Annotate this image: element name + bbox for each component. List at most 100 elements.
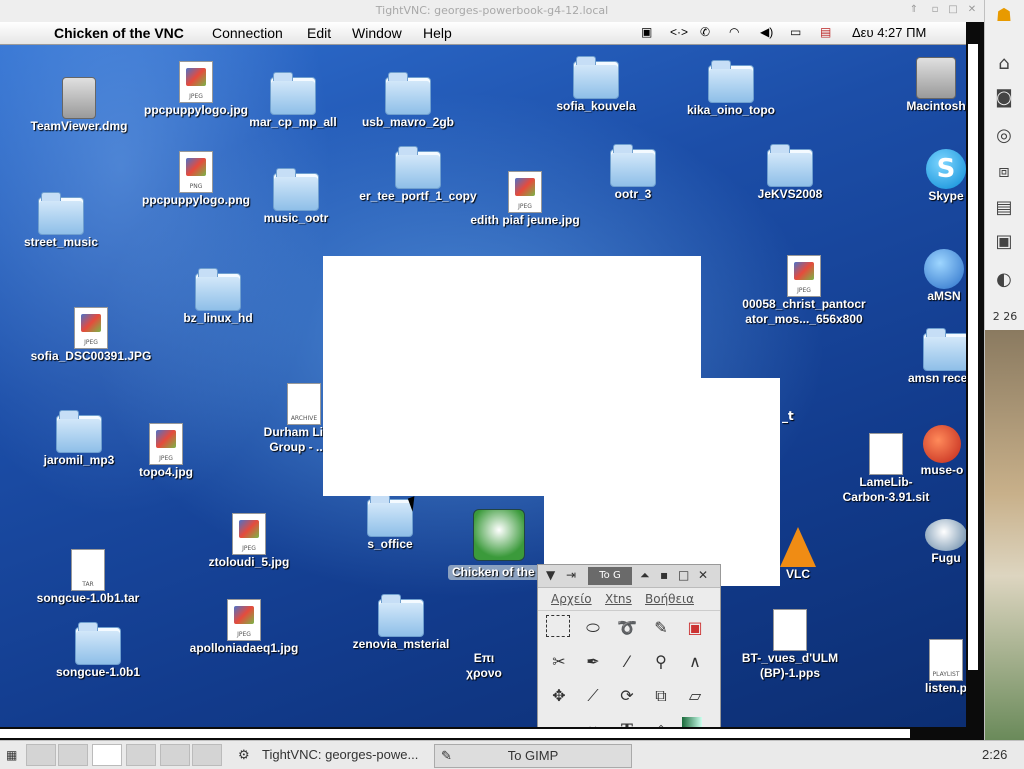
measure-icon[interactable]: ∧: [682, 649, 708, 675]
gimp-toolbox-titlebar[interactable]: ▼ ⇥ To G ⏶ ▪ □ ✕: [538, 565, 720, 588]
workspace-6[interactable]: [192, 744, 222, 766]
desktop-icon-zenovia-msterial[interactable]: zenovia_msterial: [321, 594, 481, 652]
workspace-3[interactable]: [92, 744, 122, 766]
desktop-icon-kika-oino-topo[interactable]: kika_oino_topo: [651, 60, 811, 118]
flag-us-icon[interactable]: ▤: [820, 25, 831, 39]
desktop-icon-amsn[interactable]: aMSN: [864, 249, 966, 304]
printer-icon[interactable]: ▤: [991, 196, 1017, 220]
camera-icon[interactable]: ◙: [991, 86, 1017, 110]
close-window-icon[interactable]: ✕: [966, 4, 978, 16]
scale-icon[interactable]: ⧉: [648, 683, 674, 709]
vnc-scrollbar-thumb[interactable]: [968, 44, 978, 670]
workspace-4[interactable]: [126, 744, 156, 766]
desktop-icon-sofia-dsc[interactable]: JPEG sofia_DSC00391.JPG: [11, 307, 171, 364]
floppy-icon[interactable]: ▣: [991, 230, 1017, 254]
desktop-icon-usb-mavro-2gb[interactable]: usb_mavro_2gb: [328, 72, 488, 130]
maximize-icon[interactable]: □: [678, 568, 689, 582]
rotate-icon[interactable]: ⟳: [614, 683, 640, 709]
desktop-icon-fugu[interactable]: Fugu: [866, 519, 966, 566]
desktop-icon-ztoloudi[interactable]: JPEG ztoloudi_5.jpg: [169, 513, 329, 570]
color-picker-icon[interactable]: ⁄: [614, 649, 640, 675]
menu-file[interactable]: Αρχείο: [551, 592, 592, 606]
color-select-icon[interactable]: ▣: [682, 615, 708, 641]
crop-icon[interactable]: ⟋: [580, 683, 606, 709]
desktop-icon-amsn-received[interactable]: amsn receive: [866, 328, 966, 386]
jpeg-file-icon: JPEG: [232, 513, 266, 555]
gimp-toolbox-window[interactable]: ▼ ⇥ To G ⏶ ▪ □ ✕ Αρχείο Xtns Βοήθεια ⬭ ➰…: [537, 564, 721, 746]
folder-icon: [573, 56, 619, 99]
mac-menubar: Chicken of the VNC Connection Edit Windo…: [0, 22, 966, 45]
gear-icon: ⚙: [238, 747, 250, 762]
app-launcher-icon[interactable]: ☗: [991, 4, 1017, 28]
minimize-window-icon[interactable]: ▫: [929, 4, 941, 16]
workspace-2[interactable]: [58, 744, 88, 766]
script-menu-icon[interactable]: ▣: [641, 25, 652, 39]
maximize-window-icon[interactable]: □: [947, 4, 959, 16]
taskbar-clock[interactable]: 2:26: [982, 744, 1007, 766]
fuzzy-select-icon[interactable]: ✎: [648, 615, 674, 641]
shade-window-icon[interactable]: ⇑: [908, 4, 920, 16]
taskbar-menu-icon[interactable]: ▦: [6, 744, 17, 766]
dmg-icon: [62, 77, 96, 119]
rect-select-icon[interactable]: [546, 615, 570, 637]
task-tightvnc[interactable]: TightVNC: georges-powe...: [262, 744, 418, 766]
desktop-icon-muse-o[interactable]: muse-o: [862, 425, 966, 478]
cd-drive-icon[interactable]: ◎: [991, 124, 1017, 148]
vnc-window-titlebar[interactable]: TightVNC: georges-powerbook-g4-12.local …: [0, 0, 984, 23]
vnc-hscroll-thumb[interactable]: [0, 729, 910, 738]
ellipse-select-icon[interactable]: ⬭: [580, 615, 606, 641]
menu-help[interactable]: Help: [423, 24, 452, 42]
home-icon[interactable]: ⌂: [991, 52, 1017, 76]
scissors-icon[interactable]: ✂: [546, 649, 572, 675]
network-icon[interactable]: ⧈: [991, 160, 1017, 184]
phone-icon[interactable]: ✆: [700, 25, 710, 39]
code-icon[interactable]: <·>: [670, 25, 688, 39]
remote-desktop[interactable]: TeamViewer.dmg JPEG ppcpuppylogo.jpg mar…: [0, 45, 966, 727]
menu-help[interactable]: Βοήθεια: [645, 592, 694, 606]
menu-app-name[interactable]: Chicken of the VNC: [54, 24, 184, 42]
icon-label: Fugu: [931, 551, 961, 565]
desktop-icon-christ-pantocrator[interactable]: JPEG 00058_christ_pantocr ator_mos..._65…: [724, 255, 884, 327]
desktop-icon-macintosh-hd[interactable]: Macintosh: [856, 57, 966, 114]
jpeg-file-icon: JPEG: [149, 423, 183, 465]
desktop-icon-ootr-3[interactable]: ootr_3: [553, 144, 713, 202]
volume-icon[interactable]: ◀): [760, 25, 773, 39]
workspace-1[interactable]: [26, 744, 56, 766]
menu-edit[interactable]: Edit: [307, 24, 331, 42]
workspace-5[interactable]: [160, 744, 190, 766]
desktop-icon-epi-xrono[interactable]: Επι χρονο: [444, 651, 524, 681]
lasso-icon[interactable]: ➰: [614, 615, 640, 641]
battery-icon[interactable]: ▭: [790, 25, 801, 39]
zoom-icon[interactable]: ⚲: [648, 649, 674, 675]
paths-icon[interactable]: ✒: [580, 649, 606, 675]
vlc-cone-icon: [780, 527, 816, 567]
menubar-clock[interactable]: Δευ 4:27 ΠΜ: [852, 25, 926, 40]
gimp-title-button[interactable]: To G: [588, 567, 632, 585]
shade-icon[interactable]: ⏶: [640, 568, 650, 583]
desktop-icon-jekvs2008[interactable]: JeKVS2008: [710, 144, 870, 202]
task-to-gimp[interactable]: ✎ To GIMP: [434, 744, 632, 768]
close-icon[interactable]: ✕: [698, 568, 708, 582]
sound-icon[interactable]: ◐: [991, 268, 1017, 292]
desktop-icon-apolloniadaeq1[interactable]: JPEG apolloniadaeq1.jpg: [164, 599, 324, 656]
menu-xtns[interactable]: Xtns: [605, 592, 632, 606]
desktop-icon-skype[interactable]: S Skype: [866, 149, 966, 204]
desktop-icon-bt-vues-ulm[interactable]: BT-_vues_d'ULM (BP)-1.pps: [710, 609, 870, 681]
shear-icon[interactable]: ▱: [682, 683, 708, 709]
desktop-icon-listen-playlist[interactable]: PLAYLIST listen.p: [866, 639, 966, 696]
minimize-icon[interactable]: ▪: [660, 568, 668, 582]
move-icon[interactable]: ✥: [546, 683, 572, 709]
icon-label: ootr_3: [614, 187, 652, 201]
desktop-icon-topo4[interactable]: JPEG topo4.jpg: [86, 423, 246, 480]
icon-label: songcue-1.0b1.tar: [36, 591, 140, 605]
window-menu-icon[interactable]: ▼: [546, 568, 555, 582]
desktop-icon-songcue-folder[interactable]: songcue-1.0b1: [18, 622, 178, 680]
pin-icon[interactable]: ⇥: [566, 568, 576, 582]
vnc-scrollbar-horizontal[interactable]: [0, 727, 966, 740]
menu-window[interactable]: Window: [352, 24, 402, 42]
folder-icon: [75, 622, 121, 665]
desktop-icon-songcue-tar[interactable]: TAR songcue-1.0b1.tar: [8, 549, 168, 606]
desktop-icon-street-music[interactable]: street_music: [0, 192, 141, 250]
wifi-icon[interactable]: ◠: [729, 25, 739, 39]
menu-connection[interactable]: Connection: [212, 24, 283, 42]
